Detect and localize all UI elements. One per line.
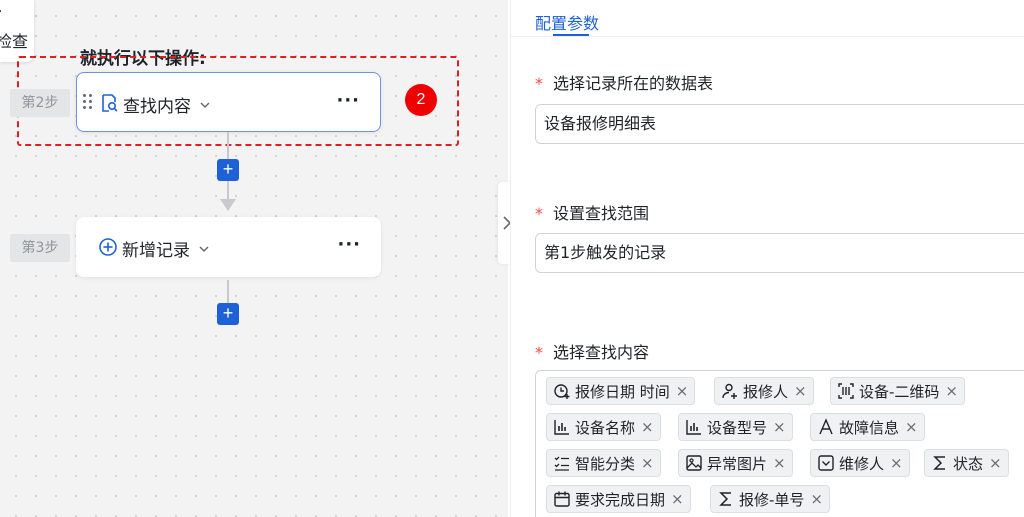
tag-remove-icon[interactable]: ×: [989, 454, 1002, 472]
step1-dot: ·: [0, 4, 2, 20]
field-label-scope: * 设置查找范围: [535, 204, 650, 223]
workflow-canvas[interactable]: · 检查 就执行以下操作: 第2步 查找内容 ··· 2 + 第3步: [0, 0, 508, 517]
step-2-title[interactable]: 查找内容: [123, 92, 211, 117]
tag-item: 报修人 ×: [714, 377, 814, 405]
tag-item: 设备型号 ×: [678, 413, 793, 441]
text-a-icon: [819, 418, 833, 435]
tag-item: 设备-二维码 ×: [830, 377, 965, 405]
tag-item: 报修-单号 ×: [710, 485, 830, 513]
tag-remove-icon[interactable]: ×: [676, 382, 689, 400]
step-2-more-button[interactable]: ···: [336, 90, 360, 111]
tag-item: 故障信息 ×: [810, 413, 925, 441]
add-circle-icon: [99, 238, 117, 256]
step-2-card[interactable]: 查找内容 ···: [76, 72, 381, 132]
config-panel: 配置参数 * 选择记录所在的数据表 设备报修明细表 * 设置查找范围 第1步触发的记…: [510, 0, 1024, 517]
chevron-down-icon: [200, 101, 210, 108]
arrow-down-icon: [220, 199, 236, 211]
person-plus-icon: [722, 383, 737, 399]
connector-line: [227, 280, 229, 304]
tag-remove-icon[interactable]: ×: [905, 418, 918, 436]
add-step-button[interactable]: +: [217, 159, 239, 181]
tag-remove-icon[interactable]: ×: [794, 382, 807, 400]
tag-item: 报修日期 时间 ×: [546, 377, 696, 405]
bar-chart-icon: [686, 420, 701, 435]
tag-item: 异常图片 ×: [678, 449, 793, 477]
tag-remove-icon[interactable]: ×: [641, 418, 654, 436]
connector-line: [227, 132, 229, 160]
tag-remove-icon[interactable]: ×: [773, 418, 786, 436]
bar-chart-icon: [554, 420, 569, 435]
sigma-icon: [719, 492, 731, 506]
step-2-label: 第2步: [10, 89, 70, 117]
connector-line: [227, 181, 229, 201]
drag-handle-icon[interactable]: [83, 94, 93, 110]
field-label-table: * 选择记录所在的数据表: [535, 74, 714, 93]
step-3-more-button[interactable]: ···: [337, 234, 361, 255]
qrcode-icon: [838, 383, 854, 399]
tag-remove-icon[interactable]: ×: [773, 454, 786, 472]
step1-partial-text: 检查: [0, 32, 29, 51]
calendar-icon: [554, 491, 570, 507]
checklist-icon: [554, 456, 569, 471]
tag-item: 设备名称 ×: [546, 413, 661, 441]
tag-item: 状态 ×: [924, 449, 1009, 477]
tag-remove-icon[interactable]: ×: [810, 490, 823, 508]
image-icon: [686, 455, 702, 471]
clock-plus-icon: [554, 384, 570, 399]
table-select[interactable]: 设备报修明细表: [535, 104, 1024, 144]
content-tags-select[interactable]: 报修日期 时间 × 报修人 × 设备-二维码 × 设备名称 × 设备型号 × 故…: [535, 370, 1024, 517]
add-step-button[interactable]: +: [217, 303, 239, 325]
chevron-down-icon: [199, 245, 209, 252]
tag-remove-icon[interactable]: ×: [945, 382, 958, 400]
tag-remove-icon[interactable]: ×: [890, 454, 903, 472]
tag-item: 智能分类 ×: [546, 449, 661, 477]
scope-select[interactable]: 第1步触发的记录: [535, 233, 1024, 273]
annotation-badge: 2: [405, 84, 437, 116]
field-label-content: * 选择查找内容: [535, 343, 650, 362]
tag-item: 维修人 ×: [810, 449, 910, 477]
required-mark: *: [535, 204, 543, 223]
step1-card-partial[interactable]: · 检查: [0, 0, 34, 62]
tag-item: 要求完成日期 ×: [546, 485, 691, 513]
tab-divider: [511, 36, 1024, 37]
sigma-icon: [933, 456, 945, 470]
step-3-label: 第3步: [10, 234, 70, 262]
tag-remove-icon[interactable]: ×: [671, 490, 684, 508]
required-mark: *: [535, 74, 543, 93]
tab-config-params[interactable]: 配置参数: [535, 10, 599, 34]
step-3-title[interactable]: 新增记录: [122, 236, 210, 261]
required-mark: *: [535, 343, 543, 362]
find-record-icon: [102, 94, 118, 112]
tag-remove-icon[interactable]: ×: [641, 454, 654, 472]
step-3-card[interactable]: 新增记录 ···: [76, 217, 381, 277]
dropdown-box-icon: [818, 455, 834, 471]
